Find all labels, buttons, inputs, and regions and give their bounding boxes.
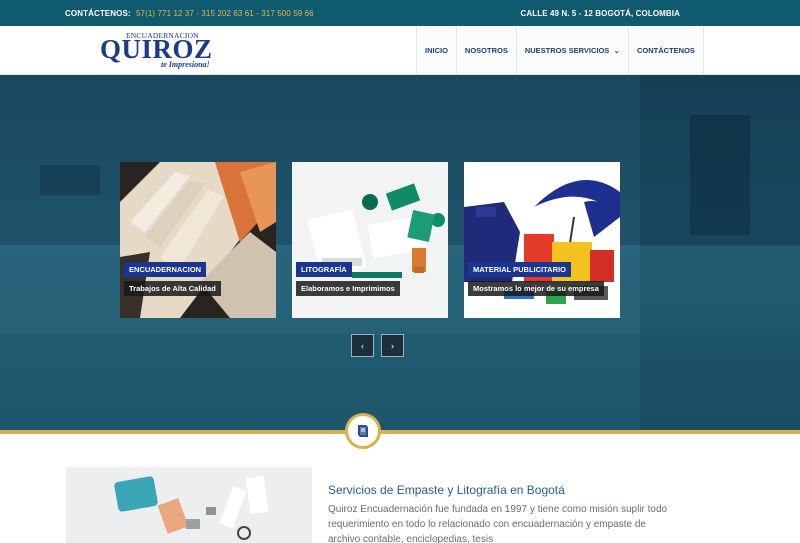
chevron-left-icon: ‹: [361, 340, 364, 351]
nav-item-nosotros[interactable]: NOSOTROS: [455, 26, 516, 74]
contact-phones: 57(1) 771 12 37 - 315 202 63 61 - 317 50…: [135, 8, 314, 18]
nav-item-servicios[interactable]: NUESTROS SERVICIOS ⌄: [515, 26, 629, 74]
address-text: CALLE 49 N. 5 - 12 BOGOTÁ, COLOMBIA: [520, 8, 680, 18]
main-nav: INICIO NOSOTROS NUESTROS SERVICIOS ⌄ CON…: [416, 26, 704, 74]
site-logo[interactable]: ENCUADERNACION QUIROZ te Impresiona!: [100, 30, 225, 72]
card-subtitle: Trabajos de Alta Calidad: [124, 281, 221, 296]
slider-controls: ‹ ›: [351, 334, 411, 357]
nav-item-label: INICIO: [425, 45, 448, 55]
about-image: [66, 467, 312, 543]
service-cards: ENCUADERNACION Trabajos de Alta Calidad …: [120, 162, 620, 318]
hero-background-shape: [690, 115, 750, 235]
service-card-encuadernacion[interactable]: ENCUADERNACION Trabajos de Alta Calidad: [120, 162, 276, 318]
slider-next-button[interactable]: ›: [381, 334, 404, 357]
chevron-right-icon: ›: [391, 340, 394, 351]
chevron-down-icon: ⌄: [613, 45, 621, 55]
hero-background-shape: [40, 165, 100, 195]
slider-prev-button[interactable]: ‹: [351, 334, 374, 357]
nav-item-inicio[interactable]: INICIO: [416, 26, 456, 74]
service-card-material-publicitario[interactable]: MATERIAL PUBLICITARIO Mostramos lo mejor…: [464, 162, 620, 318]
card-subtitle: Mostramos lo mejor de su empresa: [468, 281, 604, 296]
contact-info: CONTÁCTENOS: 57(1) 771 12 37 - 315 202 6…: [65, 9, 314, 18]
card-title: MATERIAL PUBLICITARIO: [468, 262, 571, 277]
site-header: ENCUADERNACION QUIROZ te Impresiona! INI…: [0, 26, 800, 75]
contact-label: CONTÁCTENOS:: [65, 8, 131, 18]
card-title: ENCUADERNACION: [124, 262, 207, 277]
craft-tools-image: [66, 467, 312, 543]
service-card-litografia[interactable]: LITOGRAFÍA Elaboramos e Imprimimos: [292, 162, 448, 318]
hero-slider: ENCUADERNACION Trabajos de Alta Calidad …: [0, 75, 800, 430]
nav-item-label: NUESTROS SERVICIOS: [524, 45, 610, 55]
gold-divider: [0, 430, 800, 434]
card-subtitle: Elaboramos e Imprimimos: [296, 281, 400, 296]
book-icon: [358, 425, 368, 437]
logo-tagline: te Impresiona!: [161, 60, 210, 69]
card-title: LITOGRAFÍA: [296, 262, 352, 277]
about-title: Servicios de Empaste y Litografía en Bog…: [328, 483, 565, 497]
nav-item-label: CONTÁCTENOS: [637, 45, 695, 55]
divider-badge: [345, 413, 381, 449]
top-contact-bar: CONTÁCTENOS: 57(1) 771 12 37 - 315 202 6…: [0, 0, 800, 26]
about-text: Quiroz Encuadernación fue fundada en 199…: [328, 504, 668, 543]
nav-item-contactenos[interactable]: CONTÁCTENOS: [628, 26, 704, 74]
nav-item-label: NOSOTROS: [464, 45, 508, 55]
